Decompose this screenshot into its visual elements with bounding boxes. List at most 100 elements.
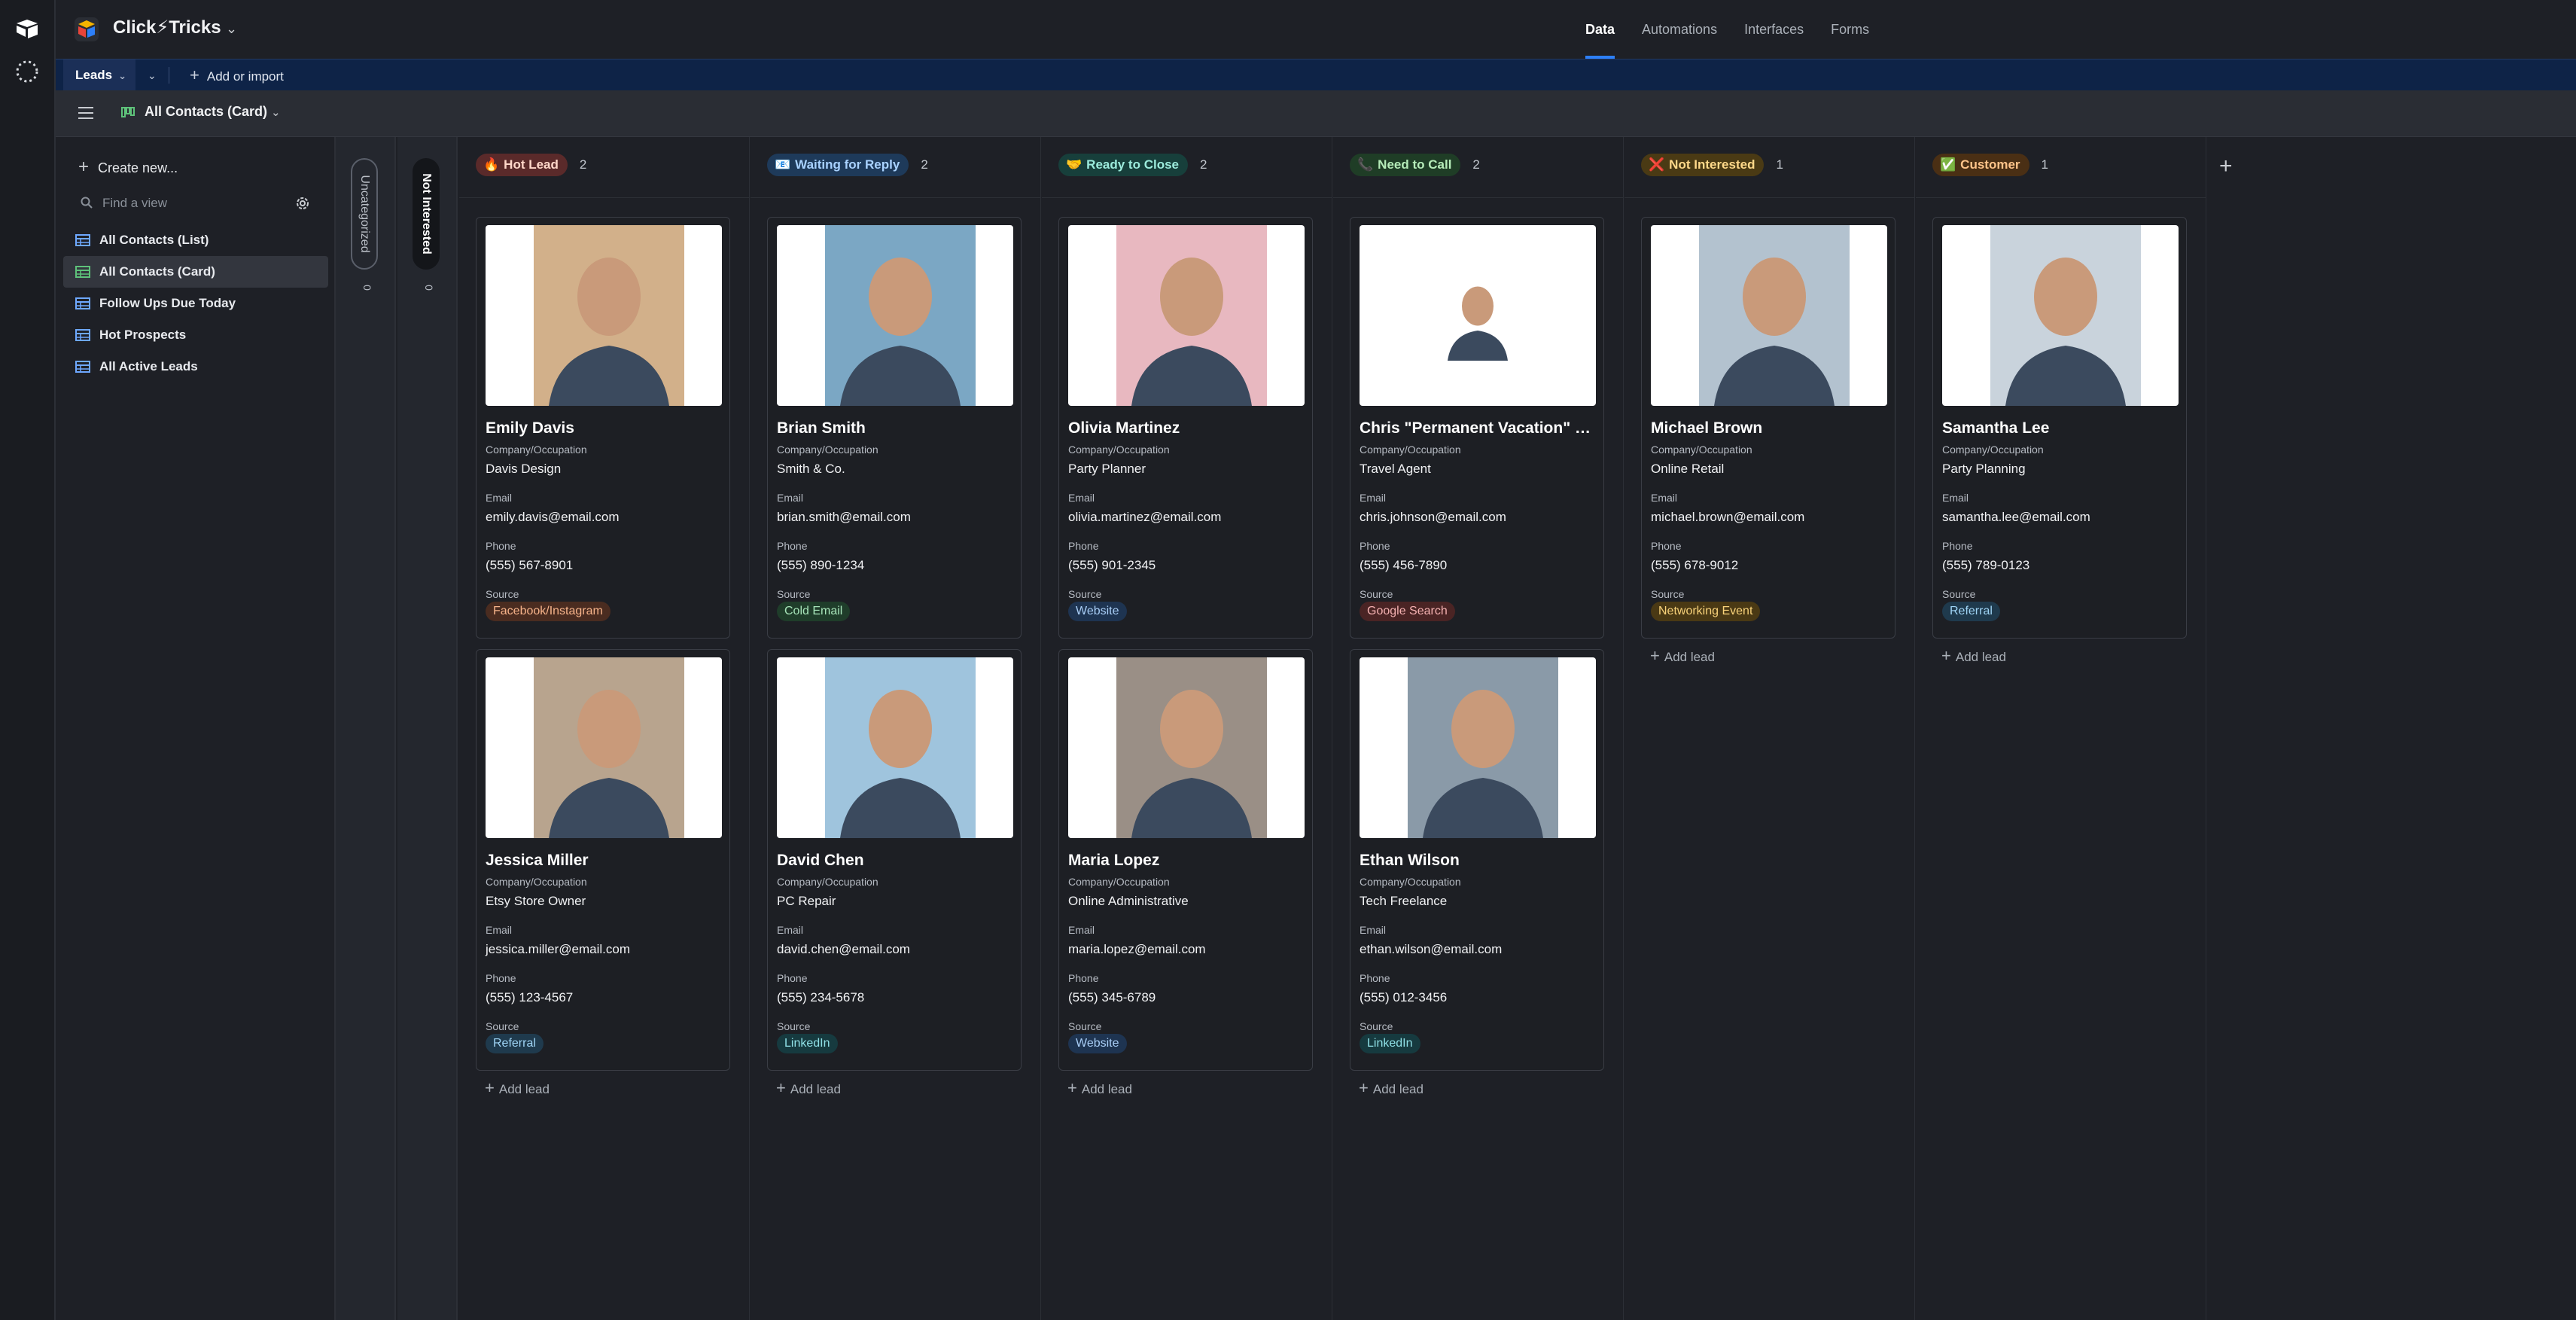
top-navigation: Data Automations Interfaces Forms bbox=[1585, 0, 1869, 59]
kanban-board: + Uncategorized 0 Not Interested 0 🔥 Hot Lead… bbox=[336, 137, 2576, 1320]
stack-status-badge[interactable]: 📧 Waiting for Reply bbox=[767, 154, 909, 176]
all-tables-chevron-icon[interactable]: ⌄ bbox=[148, 59, 157, 91]
add-lead-button[interactable]: + Add lead bbox=[1359, 1078, 1423, 1098]
field-label-source: Source bbox=[1068, 588, 1102, 600]
plus-icon: + bbox=[78, 157, 90, 177]
sidebar-view-item[interactable]: All Active Leads bbox=[63, 351, 328, 383]
add-lead-button[interactable]: + Add lead bbox=[485, 1078, 550, 1098]
stack-title: Ready to Close bbox=[1086, 157, 1179, 172]
stack-emoji-icon: 📞 bbox=[1357, 157, 1374, 172]
tab-forms[interactable]: Forms bbox=[1831, 0, 1869, 59]
field-label-source: Source bbox=[486, 588, 519, 600]
add-or-import-label: Add or import bbox=[206, 69, 284, 84]
lead-photo bbox=[1068, 225, 1305, 406]
field-label-phone: Phone bbox=[777, 972, 808, 984]
lead-card[interactable]: Jessica Miller Company/Occupation Etsy Sto… bbox=[476, 649, 730, 1071]
field-label-phone: Phone bbox=[1360, 972, 1390, 984]
base-name[interactable]: Click⚡Tricks bbox=[113, 17, 221, 38]
field-label-phone: Phone bbox=[1942, 540, 1973, 552]
sidebar-view-item[interactable]: All Contacts (Card) bbox=[63, 256, 328, 288]
collapsed-stack[interactable]: Uncategorized 0 bbox=[336, 137, 396, 1320]
chevron-down-icon[interactable]: ⌄ bbox=[226, 21, 237, 37]
field-label-email: Email bbox=[486, 492, 513, 504]
table-tab-leads[interactable]: Leads ⌄ bbox=[63, 59, 135, 91]
stack-emoji-icon: 🔥 bbox=[483, 157, 500, 172]
base-logo-icon[interactable] bbox=[74, 17, 99, 42]
field-label-phone: Phone bbox=[486, 540, 516, 552]
sidebar-view-label: All Contacts (Card) bbox=[99, 264, 215, 279]
stack-emoji-icon: ❌ bbox=[1649, 157, 1665, 172]
lead-card[interactable]: Ethan Wilson Company/Occupation Tech Freel… bbox=[1350, 649, 1604, 1071]
top-header: Click⚡Tricks ⌄ Data Automations Interfaces… bbox=[56, 0, 2576, 59]
source-tag: LinkedIn bbox=[777, 1034, 838, 1053]
tab-interfaces[interactable]: Interfaces bbox=[1744, 0, 1804, 59]
source-tag: Google Search bbox=[1360, 602, 1455, 621]
field-value-email: olivia.martinez@email.com bbox=[1068, 510, 1222, 524]
sidebar-view-item[interactable]: Follow Ups Due Today bbox=[63, 288, 328, 319]
field-value-company: Online Retail bbox=[1651, 462, 1725, 476]
grid-view-icon bbox=[75, 297, 90, 309]
find-view-search[interactable]: Find a view bbox=[78, 191, 312, 217]
lead-card[interactable]: Michael Brown Company/Occupation Online Re… bbox=[1641, 217, 1895, 639]
lead-card[interactable]: Chris "Permanent Vacation" Johnson Compan… bbox=[1350, 217, 1604, 639]
collapsed-stack-count: 0 bbox=[361, 285, 373, 291]
hamburger-menu-icon[interactable] bbox=[78, 107, 93, 119]
lead-card[interactable]: Samantha Lee Company/Occupation Party Plan… bbox=[1932, 217, 2187, 639]
stack-header: 📧 Waiting for Reply 2 bbox=[767, 152, 928, 178]
stack-count: 2 bbox=[1472, 157, 1480, 172]
sidebar-view-item[interactable]: Hot Prospects bbox=[63, 319, 328, 351]
lead-photo bbox=[1942, 225, 2179, 406]
portrait-image bbox=[825, 657, 976, 838]
field-label-company: Company/Occupation bbox=[1360, 444, 1461, 456]
stack-title: Hot Lead bbox=[504, 157, 559, 172]
portrait-image bbox=[1408, 657, 1558, 838]
field-value-phone: (555) 345-6789 bbox=[1068, 990, 1156, 1004]
collapsed-stack-label[interactable]: Uncategorized bbox=[351, 158, 378, 270]
divider bbox=[1333, 197, 1623, 198]
create-new-view-button[interactable]: + Create new... bbox=[78, 157, 178, 178]
stack-status-badge[interactable]: ✅ Customer bbox=[1932, 154, 2029, 176]
stack-header: 🔥 Hot Lead 2 bbox=[476, 152, 586, 178]
tab-automations[interactable]: Automations bbox=[1642, 0, 1717, 59]
collapsed-stack[interactable]: Not Interested 0 bbox=[397, 137, 458, 1320]
add-stack-button[interactable]: + bbox=[2219, 154, 2233, 179]
stack-status-badge[interactable]: 🤝 Ready to Close bbox=[1058, 154, 1188, 176]
lead-card[interactable]: Maria Lopez Company/Occupation Online Admi… bbox=[1058, 649, 1313, 1071]
lead-name: David Chen bbox=[777, 852, 864, 869]
gear-icon[interactable] bbox=[294, 194, 312, 212]
search-input[interactable]: Find a view bbox=[102, 196, 167, 211]
lead-name: Brian Smith bbox=[777, 419, 866, 437]
chevron-down-icon[interactable]: ⌄ bbox=[118, 70, 126, 81]
airtable-logo-icon[interactable] bbox=[15, 18, 39, 39]
lead-card[interactable]: Brian Smith Company/Occupation Smith & Co.… bbox=[767, 217, 1022, 639]
stack-status-badge[interactable]: 📞 Need to Call bbox=[1350, 154, 1461, 176]
add-or-import-button[interactable]: + Add or import bbox=[190, 59, 284, 93]
sidebar-view-label: All Active Leads bbox=[99, 359, 198, 373]
add-lead-button[interactable]: + Add lead bbox=[1941, 646, 2006, 666]
field-value-email: michael.brown@email.com bbox=[1651, 510, 1805, 524]
stack-status-badge[interactable]: 🔥 Hot Lead bbox=[476, 154, 568, 176]
collapsed-stack-label[interactable]: Not Interested bbox=[413, 158, 440, 270]
add-lead-button[interactable]: + Add lead bbox=[776, 1078, 841, 1098]
stack-status-badge[interactable]: ❌ Not Interested bbox=[1641, 154, 1765, 176]
lead-card[interactable]: Emily Davis Company/Occupation Davis Desig… bbox=[476, 217, 730, 639]
add-lead-button[interactable]: + Add lead bbox=[1067, 1078, 1132, 1098]
current-view-name[interactable]: All Contacts (Card) bbox=[145, 104, 267, 120]
add-lead-label: Add lead bbox=[1955, 650, 2006, 664]
sidebar-view-item[interactable]: All Contacts (List) bbox=[63, 224, 328, 256]
view-bar: All Contacts (Card) ⌄ bbox=[56, 90, 2576, 137]
field-value-email: chris.johnson@email.com bbox=[1360, 510, 1506, 524]
add-lead-button[interactable]: + Add lead bbox=[1650, 646, 1715, 666]
tab-data[interactable]: Data bbox=[1585, 0, 1615, 59]
field-value-company: Smith & Co. bbox=[777, 462, 845, 476]
divider bbox=[1624, 197, 1914, 198]
lead-card[interactable]: Olivia Martinez Company/Occupation Party P… bbox=[1058, 217, 1313, 639]
divider bbox=[751, 197, 1040, 198]
add-lead-label: Add lead bbox=[1372, 1082, 1423, 1096]
lead-card[interactable]: David Chen Company/Occupation PC Repair Ema… bbox=[767, 649, 1022, 1071]
chevron-down-icon[interactable]: ⌄ bbox=[271, 105, 281, 119]
field-value-email: jessica.miller@email.com bbox=[486, 942, 631, 956]
kanban-stack: 🤝 Ready to Close 2 Olivia Martinez Company/O… bbox=[1042, 137, 1332, 1320]
stack-title: Customer bbox=[1960, 157, 2020, 172]
field-value-company: PC Repair bbox=[777, 894, 836, 908]
